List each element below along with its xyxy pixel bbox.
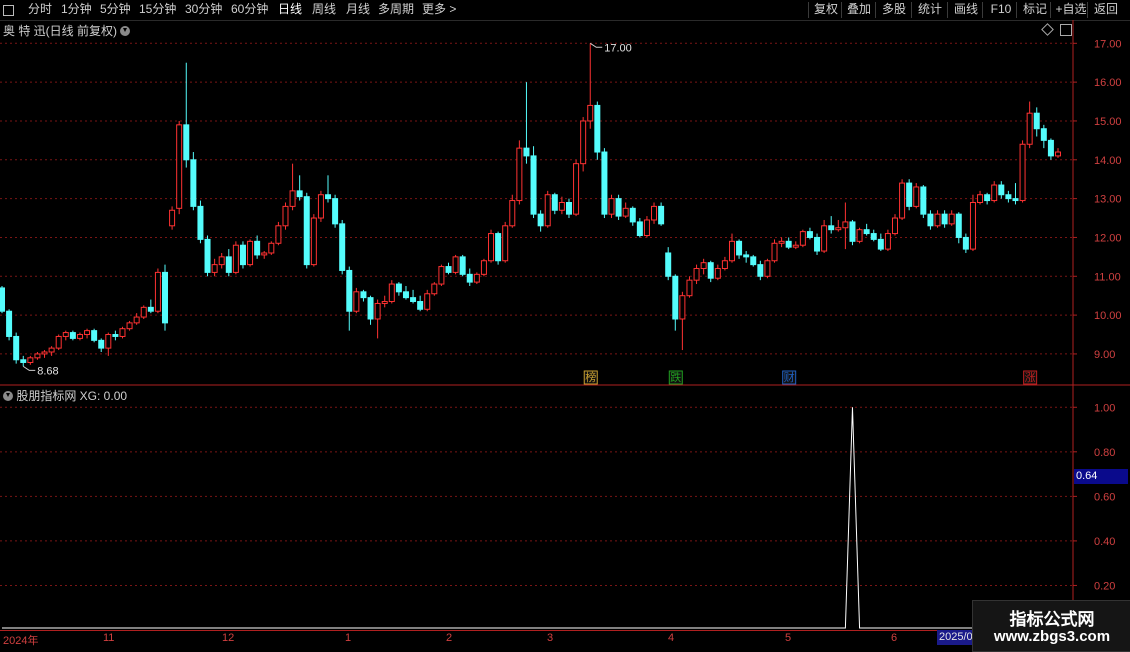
indicator-title-text: 股朋指标网 XG: 0.00	[16, 389, 128, 403]
dropdown-icon[interactable]	[3, 391, 13, 401]
toolbar-button-4[interactable]: 画线	[950, 0, 982, 20]
date-label: 12	[222, 632, 235, 644]
date-label: 1	[345, 632, 352, 644]
date-label: 3	[547, 632, 554, 644]
indicator-title: 股朋指标网 XG: 0.00	[3, 387, 127, 404]
kline-panel: 奥 特 迅(日线 前复权)	[0, 20, 1130, 385]
indicator-panel: 股朋指标网 XG: 0.00 0.64	[0, 385, 1130, 630]
period-tab-3[interactable]: 15分钟	[139, 0, 176, 20]
toolbar-separator	[1087, 2, 1088, 18]
toolbar-separator	[982, 2, 983, 18]
watermark: 指标公式网 www.zbgs3.com	[972, 600, 1130, 652]
date-highlight: 2025/0	[937, 630, 975, 645]
period-tab-1[interactable]: 1分钟	[61, 0, 92, 20]
period-tab-6[interactable]: 日线	[278, 0, 302, 20]
toolbar-button-2[interactable]: 多股	[878, 0, 910, 20]
period-toolbar: 分时 1分钟 5分钟 15分钟 30分钟 60分钟 日线 周线 月线 多周期 更多 > 复权 叠加 多股…	[0, 0, 1130, 21]
period-tab-4[interactable]: 30分钟	[185, 0, 222, 20]
dropdown-icon[interactable]	[120, 26, 131, 36]
watermark-line1: 指标公式网	[1009, 610, 1095, 629]
date-label: 11	[103, 632, 115, 644]
toolbar-button-1[interactable]: 叠加	[844, 0, 874, 20]
period-tab-9[interactable]: 多周期	[378, 0, 414, 20]
panel-toggle-icon[interactable]	[3, 5, 14, 16]
toolbar-separator	[875, 2, 876, 18]
toolbar-button-5[interactable]: F10	[985, 0, 1017, 20]
date-label: 2024年	[3, 635, 39, 647]
toolbar-button-3[interactable]: 统计	[914, 0, 946, 20]
date-label: 5	[785, 632, 792, 644]
toolbar-button-8[interactable]: 返回	[1090, 0, 1122, 20]
toolbar-separator	[947, 2, 948, 18]
date-label: 6	[891, 632, 898, 644]
period-tab-5[interactable]: 60分钟	[231, 0, 268, 20]
panel-split-icon[interactable]	[1060, 24, 1072, 36]
toolbar-button-6[interactable]: 标记	[1019, 0, 1051, 20]
period-tab-7[interactable]: 周线	[312, 0, 336, 20]
current-value-label: 0.64	[1074, 469, 1128, 484]
toolbar-separator	[808, 2, 809, 18]
period-tab-8[interactable]: 月线	[346, 0, 370, 20]
date-label: 2	[446, 632, 453, 644]
kline-title: 奥 特 迅(日线 前复权)	[3, 22, 131, 39]
toolbar-separator	[911, 2, 912, 18]
period-tab-10[interactable]: 更多 >	[422, 0, 456, 20]
toolbar-button-0[interactable]: 复权	[811, 0, 841, 20]
toolbar-separator	[1050, 2, 1051, 18]
toolbar-button-7[interactable]: +自选	[1053, 0, 1089, 20]
watermark-line2: www.zbgs3.com	[993, 628, 1111, 645]
stock-name-title: 奥 特 迅(日线 前复权)	[3, 24, 117, 38]
diamond-icon[interactable]	[1041, 23, 1054, 36]
toolbar-separator	[1016, 2, 1017, 18]
toolbar-separator	[841, 2, 842, 18]
period-tab-0[interactable]: 分时	[28, 0, 52, 20]
period-tab-2[interactable]: 5分钟	[100, 0, 131, 20]
date-label: 4	[668, 632, 675, 644]
